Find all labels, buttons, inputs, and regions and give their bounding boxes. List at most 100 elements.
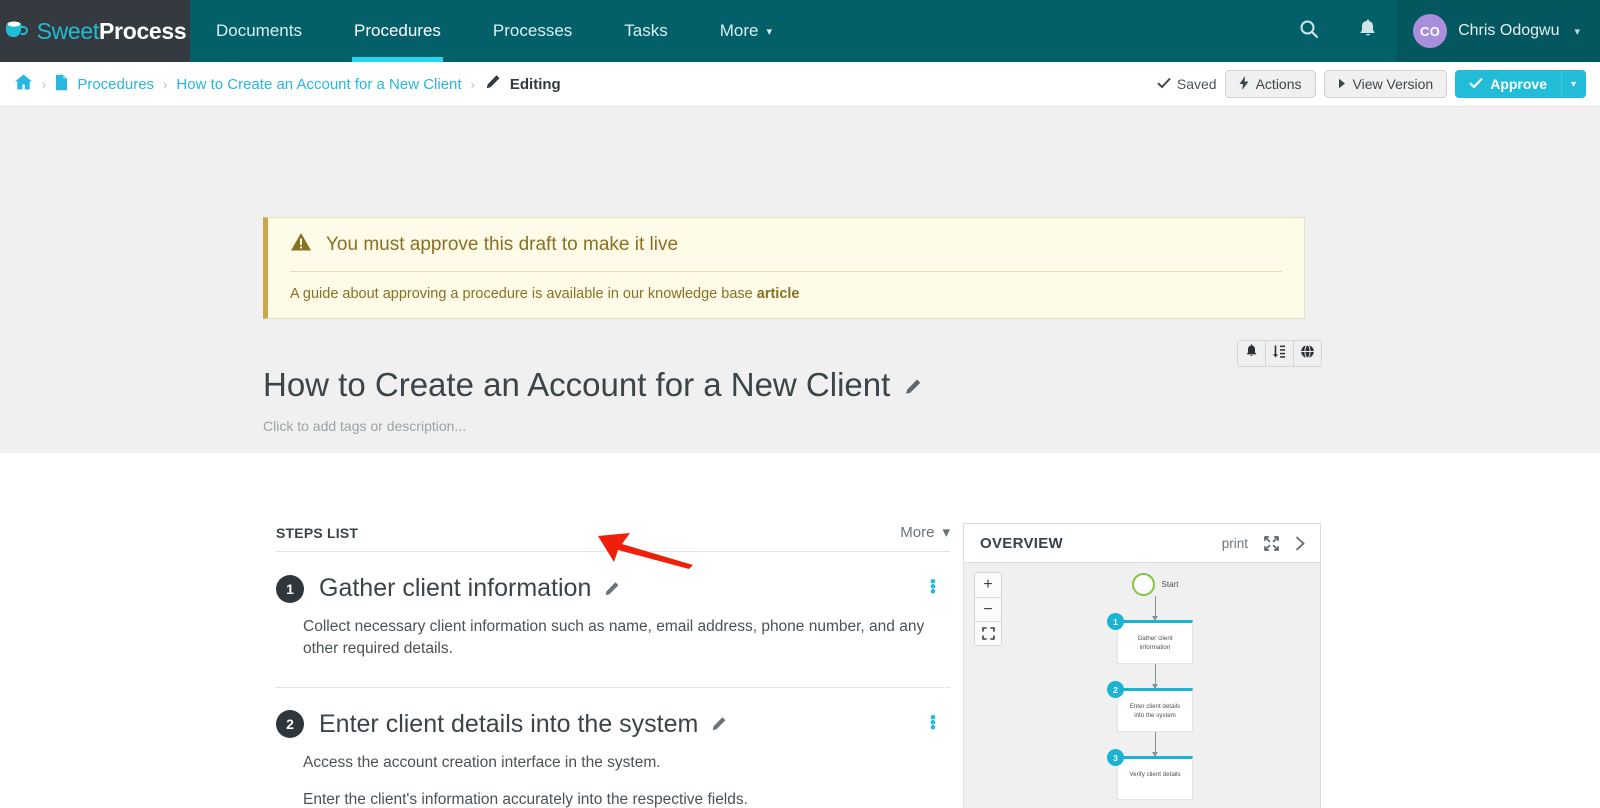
approval-alert: You must approve this draft to make it l… <box>263 217 1305 319</box>
view-version-label: View Version <box>1352 76 1434 92</box>
tags-description-placeholder[interactable]: Click to add tags or description... <box>263 418 466 434</box>
flow-node-label: Gather client information <box>1137 635 1173 652</box>
edit-step-pencil-icon[interactable] <box>603 581 620 597</box>
approve-button[interactable]: Approve <box>1455 70 1561 98</box>
user-menu[interactable]: CO Chris Odogwu ▾ <box>1397 0 1600 62</box>
process-flow-diagram: Start 1 Gather client information 2 Ente… <box>1070 573 1240 800</box>
check-icon <box>1157 76 1171 92</box>
notifications-button[interactable] <box>1339 0 1397 62</box>
bell-icon <box>1245 343 1258 364</box>
sort-button[interactable] <box>1265 340 1294 367</box>
edit-title-pencil-icon[interactable] <box>903 366 922 404</box>
lightning-icon <box>1239 75 1249 93</box>
home-icon[interactable] <box>14 73 33 95</box>
breadcrumb-item-document[interactable]: How to Create an Account for a New Clien… <box>176 76 461 93</box>
alert-title-text: You must approve this draft to make it l… <box>326 234 679 255</box>
approve-dropdown-toggle[interactable]: ▾ <box>1561 70 1586 98</box>
globe-button[interactable] <box>1293 340 1322 367</box>
flow-node[interactable]: 2 Enter client details into the system <box>1107 681 1193 732</box>
nav-right-section: CO Chris Odogwu ▾ <box>1279 0 1600 62</box>
chevron-down-icon: ▾ <box>766 25 773 38</box>
step-number-badge: 1 <box>276 574 304 603</box>
avatar: CO <box>1413 14 1448 48</box>
nav-item-tasks[interactable]: Tasks <box>598 0 693 62</box>
chevron-right-icon[interactable] <box>1295 536 1306 551</box>
step-options-menu[interactable]: • • • <box>926 573 940 600</box>
breadcrumb-bar: › Procedures › How to Create an Account … <box>0 62 1600 107</box>
step-title: Gather client information <box>319 574 620 603</box>
breadcrumb: › Procedures › How to Create an Account … <box>14 73 561 95</box>
fit-screen-button[interactable] <box>975 621 1001 645</box>
logo[interactable]: SweetProcess <box>0 0 190 62</box>
nav-item-procedures[interactable]: Procedures <box>328 0 467 62</box>
edit-step-pencil-icon[interactable] <box>710 716 727 732</box>
breadcrumb-actions: Saved Actions View Version Approve ▾ <box>1157 70 1586 98</box>
saved-label: Saved <box>1176 76 1217 92</box>
breadcrumb-separator: › <box>163 76 168 92</box>
flow-start-label: Start <box>1161 580 1179 589</box>
chevron-down-icon: ▾ <box>1570 78 1577 90</box>
steps-more-dropdown[interactable]: More ▾ <box>900 523 950 542</box>
view-version-button[interactable]: View Version <box>1323 70 1448 98</box>
top-navigation-bar: SweetProcess Documents Procedures Proces… <box>0 0 1600 62</box>
steps-list-panel: STEPS LIST More ▾ 1 Gather client inform… <box>276 523 950 808</box>
alert-article-link[interactable]: article <box>757 286 800 302</box>
step-title-text: Enter client details into the system <box>319 709 699 738</box>
step-item: 2 Enter client details into the system •… <box>276 686 950 808</box>
breadcrumb-item-procedures[interactable]: Procedures <box>77 76 154 93</box>
nav-item-label: Tasks <box>624 21 668 40</box>
overview-header: OVERVIEW print <box>964 524 1320 563</box>
flow-node-badge: 1 <box>1107 613 1124 630</box>
flow-node[interactable]: 3 Verify client details <box>1107 749 1193 800</box>
steps-list-header: STEPS LIST More ▾ <box>276 523 950 552</box>
app-page: SweetProcess Documents Procedures Proces… <box>0 0 1600 808</box>
step-paragraph: Access the account creation interface in… <box>303 753 661 771</box>
lower-content: STEPS LIST More ▾ 1 Gather client inform… <box>0 453 1600 808</box>
page-title: How to Create an Account for a New Clien… <box>263 366 922 404</box>
flow-node-badge: 3 <box>1107 749 1124 766</box>
step-paragraph: Collect necessary client information suc… <box>303 618 925 658</box>
approve-button-group: Approve ▾ <box>1455 70 1586 98</box>
zoom-out-button[interactable]: − <box>975 597 1001 621</box>
zoom-in-button[interactable]: + <box>975 573 1001 597</box>
check-icon <box>1469 76 1484 92</box>
nav-item-label: Documents <box>216 21 302 40</box>
alert-title-row: You must approve this draft to make it l… <box>290 232 1282 272</box>
hero-section: You must approve this draft to make it l… <box>0 107 1600 453</box>
step-header: 2 Enter client details into the system <box>276 710 950 739</box>
saved-status: Saved <box>1157 76 1217 92</box>
breadcrumb-separator: › <box>470 76 475 92</box>
coffee-cup-icon <box>4 19 30 44</box>
overview-tools: print <box>1222 536 1306 551</box>
flow-node[interactable]: 1 Gather client information <box>1107 613 1193 664</box>
step-item: 1 Gather client information • • • Collec… <box>276 552 950 687</box>
flow-node-label: Verify client details <box>1129 771 1181 778</box>
actions-label: Actions <box>1255 76 1302 92</box>
search-button[interactable] <box>1279 0 1339 62</box>
breadcrumb-item-editing: Editing <box>509 75 561 93</box>
overview-title: OVERVIEW <box>980 534 1063 552</box>
step-title-text: Gather client information <box>319 574 592 602</box>
print-button[interactable]: print <box>1222 536 1248 551</box>
actions-button[interactable]: Actions <box>1224 70 1316 98</box>
bell-button[interactable] <box>1237 340 1266 367</box>
flow-connector-arrow <box>1151 664 1158 689</box>
approve-label: Approve <box>1490 76 1547 92</box>
nav-item-label: Procedures <box>353 21 441 40</box>
expand-icon[interactable] <box>1264 535 1279 551</box>
bell-icon <box>1359 18 1377 44</box>
alert-body-text: A guide about approving a procedure is a… <box>290 286 757 302</box>
step-body: Access the account creation interface in… <box>303 752 933 808</box>
alert-body: A guide about approving a procedure is a… <box>290 272 1282 302</box>
nav-item-processes[interactable]: Processes <box>467 0 598 62</box>
logo-text-process: Process <box>99 17 187 44</box>
overview-panel: OVERVIEW print + − Start 1 Gather client… <box>963 523 1321 808</box>
nav-item-documents[interactable]: Documents <box>190 0 328 62</box>
step-options-menu[interactable]: • • • <box>926 709 940 736</box>
start-circle-icon <box>1131 573 1155 596</box>
step-header: 1 Gather client information <box>276 574 950 603</box>
flow-node-label: Enter client details into the system <box>1129 703 1181 720</box>
nav-item-more[interactable]: More ▾ <box>694 0 798 62</box>
flow-connector-arrow <box>1151 596 1158 621</box>
step-number-badge: 2 <box>276 710 304 739</box>
